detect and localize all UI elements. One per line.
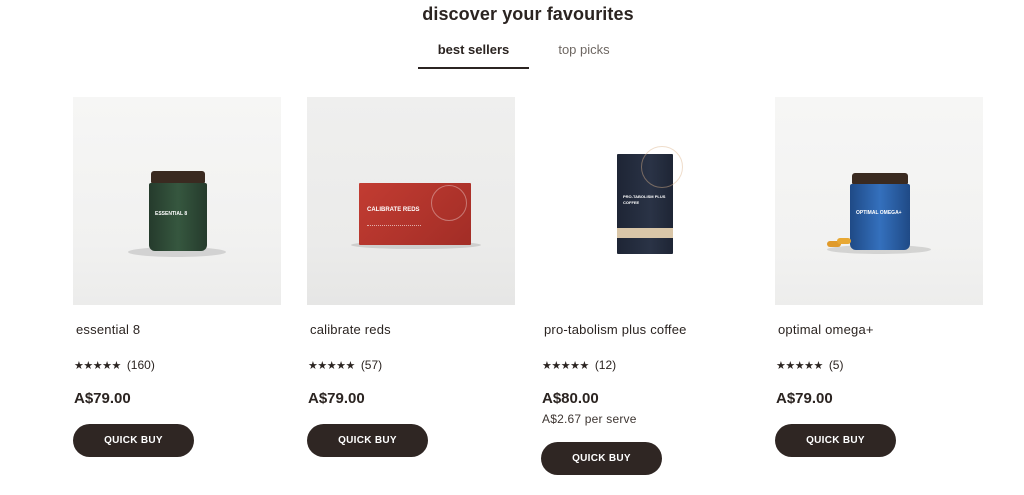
jar-body: ESSENTIAL 8: [149, 183, 207, 251]
product-image[interactable]: OPTIMAL OMEGA+: [775, 97, 983, 305]
price-per-serve: A$2.67 per serve: [542, 412, 637, 426]
product-name[interactable]: essential 8: [76, 322, 140, 337]
product-box: CALIBRATE REDS: [359, 183, 471, 245]
pack-label: OPTIMAL OMEGA+: [856, 210, 902, 216]
jar-lid: [852, 173, 908, 184]
review-count: (160): [126, 358, 155, 372]
pack-label: PRO-TABOLISM PLUS COFFEE: [623, 194, 666, 205]
product-price: A$80.00: [542, 390, 599, 407]
box-band: [617, 228, 673, 238]
rating-stars: ★★★★★: [776, 360, 823, 372]
product-price: A$79.00: [74, 390, 131, 407]
quick-buy-button[interactable]: QUICK BUY: [73, 424, 194, 457]
quick-buy-button[interactable]: QUICK BUY: [307, 424, 428, 457]
jar-body: OPTIMAL OMEGA+: [850, 184, 910, 250]
rating-stars: ★★★★★: [74, 360, 121, 372]
rating-stars: ★★★★★: [542, 360, 589, 372]
review-count: (5): [828, 358, 844, 372]
review-count: (57): [360, 358, 383, 372]
box-pattern: [431, 185, 467, 221]
quick-buy-button[interactable]: QUICK BUY: [541, 442, 662, 475]
product-rating: ★★★★★ (12): [542, 358, 616, 372]
tab-best-sellers[interactable]: best sellers: [418, 42, 529, 57]
product-image[interactable]: PRO-TABOLISM PLUS COFFEE: [541, 97, 749, 305]
product-rating: ★★★★★ (57): [308, 358, 382, 372]
tab-top-picks[interactable]: top picks: [546, 42, 622, 57]
product-name[interactable]: pro-tabolism plus coffee: [544, 322, 687, 337]
pack-label: CALIBRATE REDS: [367, 207, 420, 213]
product-box: PRO-TABOLISM PLUS COFFEE: [617, 146, 683, 254]
product-price: A$79.00: [308, 390, 365, 407]
product-name[interactable]: optimal omega+: [778, 322, 874, 337]
page-title: discover your favourites: [422, 4, 634, 24]
product-name[interactable]: calibrate reds: [310, 322, 391, 337]
jar-lid: [151, 171, 205, 183]
product-image[interactable]: ESSENTIAL 8: [73, 97, 281, 305]
rating-stars: ★★★★★: [308, 360, 355, 372]
capsule: [837, 238, 851, 244]
box-icons: [367, 225, 421, 232]
review-count: (12): [594, 358, 617, 372]
quick-buy-button[interactable]: QUICK BUY: [775, 424, 896, 457]
active-tab-indicator: [418, 67, 529, 69]
product-rating: ★★★★★ (160): [74, 358, 155, 372]
box-pattern: [641, 146, 683, 188]
product-image[interactable]: CALIBRATE REDS: [307, 97, 515, 305]
product-price: A$79.00: [776, 390, 833, 407]
product-rating: ★★★★★ (5): [776, 358, 843, 372]
pack-label: ESSENTIAL 8: [155, 211, 188, 217]
